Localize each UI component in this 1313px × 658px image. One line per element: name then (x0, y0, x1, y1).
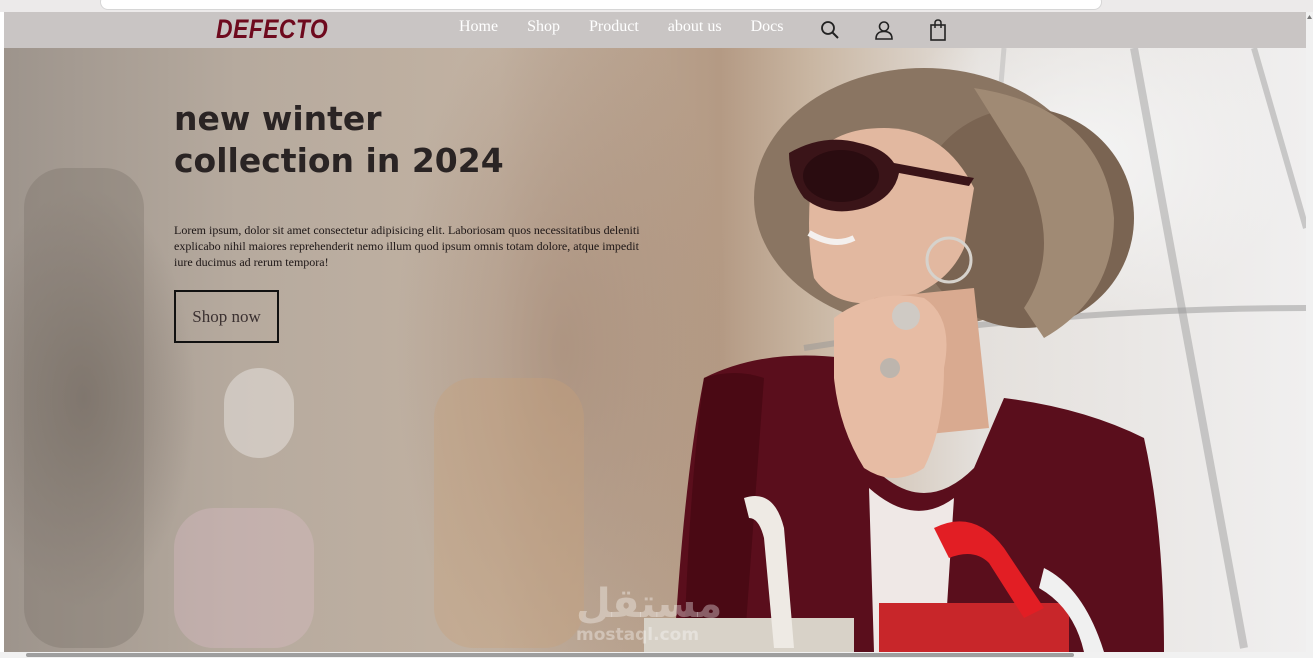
shopping-bag-icon[interactable] (927, 18, 949, 42)
vertical-scrollbar[interactable] (1306, 12, 1313, 652)
horizontal-scrollbar[interactable] (0, 652, 1313, 658)
watermark-latin: mostaql.com (576, 625, 700, 645)
page: DEFECTO Home Shop Product about us Docs (4, 12, 1306, 652)
brand-logo[interactable]: DEFECTO (216, 14, 328, 45)
hero-headline-line-1: new winter (174, 99, 382, 138)
watermark-arabic: مستقل (576, 581, 723, 627)
nav-link-product[interactable]: Product (589, 18, 639, 36)
nav-link-docs[interactable]: Docs (751, 18, 784, 36)
shop-now-button[interactable]: Shop now (174, 290, 279, 343)
nav-link-about-us[interactable]: about us (668, 18, 722, 36)
browser-address-strip (0, 0, 1313, 12)
nav-link-shop[interactable]: Shop (527, 18, 560, 36)
horizontal-scrollbar-thumb[interactable] (26, 653, 1074, 657)
search-icon[interactable] (819, 18, 841, 42)
nav-link-home[interactable]: Home (459, 18, 498, 36)
hero-section: new winter collection in 2024 Lorem ipsu… (4, 48, 1306, 652)
address-bar[interactable] (100, 0, 1102, 10)
scroll-up-arrow-icon[interactable] (1306, 12, 1313, 22)
nav-links: Home Shop Product about us Docs (459, 18, 812, 36)
hero-description: Lorem ipsum, dolor sit amet consectetur … (174, 223, 640, 269)
model-photo (644, 68, 1164, 652)
watermark: مستقل mostaql.com (576, 583, 722, 645)
hero-headline-line-2: collection in 2024 (174, 141, 504, 180)
hero-headline: new winter collection in 2024 (174, 98, 594, 182)
navbar: DEFECTO Home Shop Product about us Docs (4, 12, 1306, 48)
user-icon[interactable] (873, 18, 895, 42)
